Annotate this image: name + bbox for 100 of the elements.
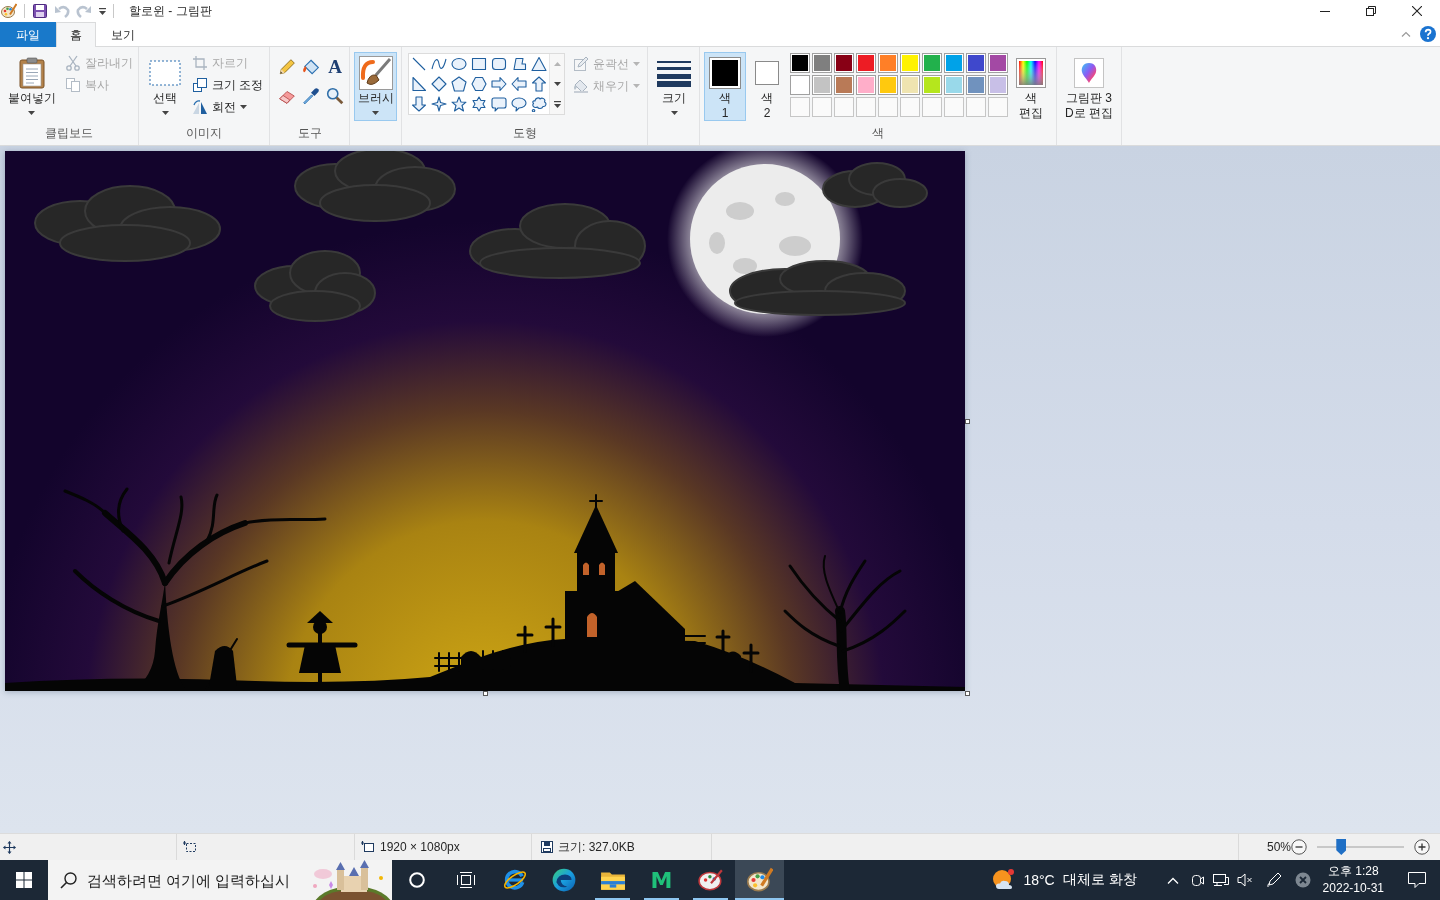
resize-handle[interactable] <box>965 419 970 424</box>
color-swatch-icon[interactable] <box>856 75 876 95</box>
network-icon[interactable] <box>1212 872 1229 888</box>
oval-callout-shape-icon[interactable] <box>511 96 527 112</box>
down-arrow-shape-icon[interactable] <box>411 96 427 112</box>
up-arrow-shape-icon[interactable] <box>531 76 547 92</box>
color-swatch-icon[interactable] <box>922 53 942 73</box>
empty-swatch-icon[interactable] <box>900 97 920 117</box>
text-tool-button[interactable]: A <box>325 56 345 78</box>
color-swatch-icon[interactable] <box>988 75 1008 95</box>
empty-swatch-icon[interactable] <box>966 97 986 117</box>
color-swatch-icon[interactable] <box>922 75 942 95</box>
palette-icon <box>746 867 773 893</box>
help-icon[interactable] <box>1420 26 1436 42</box>
close-circle-icon[interactable] <box>1294 872 1311 888</box>
caret-icon <box>633 62 640 66</box>
weather-text: 대체로 화창 <box>1062 871 1137 889</box>
line-shape-icon[interactable] <box>411 56 427 72</box>
customize-caret-icon[interactable] <box>98 6 107 16</box>
zoom-slider-thumb[interactable] <box>1336 839 1347 855</box>
empty-swatch-icon[interactable] <box>812 97 832 117</box>
triangle-shape-icon[interactable] <box>531 56 547 72</box>
primary-color-button[interactable]: 색 1 <box>704 52 746 121</box>
empty-swatch-icon[interactable] <box>922 97 942 117</box>
size-button[interactable]: 크기 <box>652 52 696 121</box>
camera-icon[interactable] <box>1189 872 1204 888</box>
ribbon-tab[interactable]: 보기 <box>96 23 150 47</box>
color-swatch-icon[interactable] <box>790 75 810 95</box>
resize-handle[interactable] <box>483 691 488 696</box>
rounded-callout-shape-icon[interactable] <box>491 96 507 112</box>
magnifier-icon[interactable] <box>326 87 344 105</box>
resize-handle[interactable] <box>965 691 970 696</box>
edit-with-paint-3d-button[interactable]: 그림판 3 D로 편집 <box>1060 52 1118 121</box>
right-arrow-shape-icon[interactable] <box>491 76 507 92</box>
color-swatch-icon[interactable] <box>790 53 810 73</box>
ribbon-tab[interactable]: 홈 <box>56 22 96 47</box>
pen-icon[interactable] <box>1265 872 1282 888</box>
left-arrow-shape-icon[interactable] <box>511 76 527 92</box>
notification-icon[interactable] <box>1408 872 1426 888</box>
empty-swatch-icon[interactable] <box>944 97 964 117</box>
search-bar[interactable]: 검색하려면 여기에 입력하십시 <box>48 860 392 900</box>
select-button[interactable]: 선택 <box>147 52 183 121</box>
scroll-down-icon[interactable] <box>553 82 561 86</box>
empty-swatch-icon[interactable] <box>878 97 898 117</box>
pentagon-shape-icon[interactable] <box>451 76 467 92</box>
color-swatch-icon[interactable] <box>834 53 854 73</box>
color-swatch-icon[interactable] <box>900 75 920 95</box>
taskbar-app-button[interactable] <box>735 860 784 900</box>
color-swatch-icon[interactable] <box>812 75 832 95</box>
color-swatch-icon[interactable] <box>878 53 898 73</box>
file-menu-tab[interactable]: 파일 <box>0 22 56 47</box>
taskbar-app-button[interactable]: M <box>637 860 686 900</box>
zoom-out-icon[interactable] <box>1291 839 1308 855</box>
color-swatch-icon[interactable] <box>900 53 920 73</box>
pencil-icon[interactable] <box>278 58 296 76</box>
palette-icon[interactable] <box>1 3 17 19</box>
color-swatch-icon[interactable] <box>944 75 964 95</box>
rounded-rectangle-shape-icon[interactable] <box>491 56 507 72</box>
save-icon[interactable] <box>32 3 48 19</box>
gallery-more-icon[interactable] <box>553 100 561 108</box>
color-swatch-icon[interactable] <box>988 53 1008 73</box>
color-swatch-icon[interactable] <box>856 53 876 73</box>
color-swatch-icon[interactable] <box>944 53 964 73</box>
edit-colors-button[interactable]: 색 편집 <box>1011 52 1051 121</box>
color-swatch-icon[interactable] <box>966 75 986 95</box>
fill-bucket-icon <box>573 78 589 94</box>
hexagon-shape-icon[interactable] <box>471 76 487 92</box>
caret-icon <box>161 111 169 115</box>
paint-bucket-icon[interactable] <box>302 58 320 76</box>
rotate-button[interactable]: 회전 <box>189 96 267 118</box>
diamond-shape-icon[interactable] <box>431 76 447 92</box>
oval-shape-icon[interactable] <box>451 56 467 72</box>
color-swatch-icon[interactable] <box>966 53 986 73</box>
color-swatch-icon[interactable] <box>834 75 854 95</box>
right-triangle-shape-icon[interactable] <box>411 76 427 92</box>
rectangle-shape-icon[interactable] <box>471 56 487 72</box>
resize-button[interactable]: 크기 조정 <box>189 74 267 96</box>
search-input[interactable]: 검색하려면 여기에 입력하십시 <box>87 871 309 889</box>
color-swatch-icon[interactable] <box>878 75 898 95</box>
five-point-star-shape-icon[interactable] <box>451 96 467 112</box>
secondary-color-button[interactable]: 색 2 <box>746 52 788 121</box>
task-view-icon <box>456 872 475 888</box>
empty-swatch-icon[interactable] <box>988 97 1008 117</box>
zoom-in-icon[interactable] <box>1414 839 1431 855</box>
empty-swatch-icon[interactable] <box>834 97 854 117</box>
muted-speaker-icon[interactable] <box>1236 872 1253 888</box>
brushes-button[interactable]: 브러시 <box>354 52 397 121</box>
cloud-callout-shape-icon[interactable] <box>531 96 547 112</box>
minimize-icon <box>1320 10 1330 12</box>
crop-icon <box>192 55 208 71</box>
eyedropper-icon[interactable] <box>302 87 320 105</box>
paste-button[interactable]: 붙여넣기 <box>5 52 58 121</box>
selection-size-icon <box>182 840 197 854</box>
empty-swatch-icon[interactable] <box>856 97 876 117</box>
four-point-star-shape-icon[interactable] <box>431 96 447 112</box>
empty-swatch-icon[interactable] <box>790 97 810 117</box>
six-point-star-shape-icon[interactable] <box>471 96 487 112</box>
curve-shape-icon[interactable] <box>431 56 447 72</box>
color-swatch-icon[interactable] <box>812 53 832 73</box>
polygon-shape-icon[interactable] <box>511 56 527 72</box>
